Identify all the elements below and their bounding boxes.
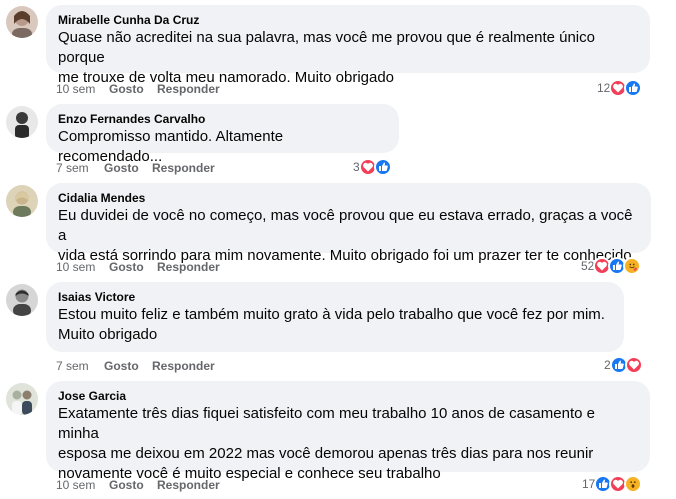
comment-bubble: Jose Garcia Exatamente três dias fiquei … [46, 381, 650, 482]
comment-author[interactable]: Jose Garcia [58, 388, 638, 404]
like-button[interactable]: Gosto [109, 477, 144, 493]
avatar-image [6, 106, 38, 138]
comment-bubble: Isaias Victore Estou muito feliz e també… [46, 282, 624, 352]
like-button[interactable]: Gosto [109, 81, 144, 97]
reaction-count: 52 [581, 259, 595, 273]
avatar[interactable] [6, 284, 38, 316]
comment-time[interactable]: 10 sem [56, 477, 95, 493]
avatar[interactable] [6, 383, 38, 415]
comment-time[interactable]: 10 sem [56, 259, 95, 275]
like-button[interactable]: Gosto [109, 259, 144, 275]
reaction-summary[interactable]: 17 [582, 474, 643, 494]
comment-author[interactable]: Enzo Fernandes Carvalho [58, 111, 387, 127]
comment-author[interactable]: Cidalia Mendes [58, 190, 639, 206]
love-reaction-icon [624, 356, 643, 374]
avatar-image [6, 185, 38, 217]
wow-reaction-icon [624, 475, 643, 493]
reaction-count: 12 [597, 81, 611, 95]
comment-author[interactable]: Isaias Victore [58, 289, 612, 305]
like-reaction-icon [373, 158, 392, 176]
reaction-summary[interactable]: 3 [353, 157, 392, 177]
comment-bubble: Enzo Fernandes Carvalho Compromisso mant… [46, 104, 399, 165]
reply-button[interactable]: Responder [157, 81, 220, 97]
comment-text: Estou muito feliz e também muito grato à… [58, 306, 605, 343]
comment-bubble: Mirabelle Cunha Da Cruz Quase não acredi… [46, 5, 650, 86]
avatar-image [6, 6, 38, 38]
comment-time[interactable]: 10 sem [56, 81, 95, 97]
like-button[interactable]: Gosto [104, 358, 139, 374]
avatar-image [6, 383, 38, 415]
like-reaction-icon [624, 79, 643, 97]
reaction-summary[interactable]: 12 [597, 78, 643, 98]
like-button[interactable]: Gosto [104, 160, 139, 176]
comment-time[interactable]: 7 sem [56, 358, 89, 374]
comment-time[interactable]: 7 sem [56, 160, 89, 176]
reply-button[interactable]: Responder [157, 477, 220, 493]
reaction-summary[interactable]: 52 [581, 256, 642, 276]
care-reaction-icon [623, 257, 642, 275]
avatar[interactable] [6, 106, 38, 138]
reply-button[interactable]: Responder [152, 358, 215, 374]
reply-button[interactable]: Responder [157, 259, 220, 275]
comments-feed: Mirabelle Cunha Da Cruz Quase não acredi… [0, 0, 676, 499]
reaction-summary[interactable]: 2 [604, 355, 643, 375]
reaction-count: 17 [582, 477, 596, 491]
comment-bubble: Cidalia Mendes Eu duvidei de você no com… [46, 183, 651, 264]
avatar-image [6, 284, 38, 316]
reply-button[interactable]: Responder [152, 160, 215, 176]
avatar[interactable] [6, 6, 38, 38]
comment-text: Eu duvidei de você no começo, mas você p… [58, 207, 633, 264]
comment-text: Exatamente três dias fiquei satisfeito c… [58, 405, 595, 482]
comment-author[interactable]: Mirabelle Cunha Da Cruz [58, 12, 638, 28]
avatar[interactable] [6, 185, 38, 217]
comment-text: Quase não acreditei na sua palavra, mas … [58, 29, 595, 86]
